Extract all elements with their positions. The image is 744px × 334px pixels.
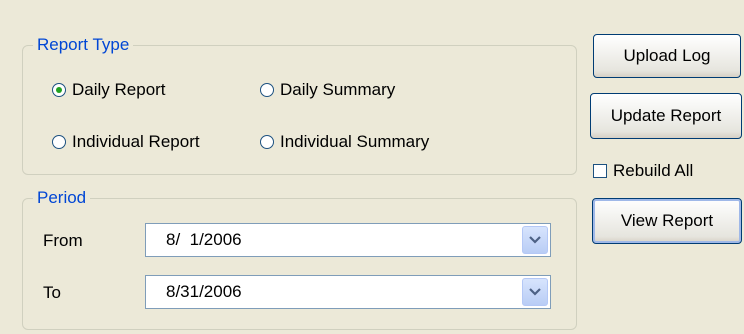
radio-unselected-icon	[260, 83, 274, 97]
checkbox-box	[593, 164, 607, 178]
daily-summary-radio[interactable]: Daily Summary	[260, 78, 395, 102]
radio-unselected-icon	[260, 135, 274, 149]
from-date-picker[interactable]: 8/ 1/2006	[145, 223, 551, 257]
upload-log-button[interactable]: Upload Log	[593, 34, 741, 78]
daily-summary-label: Daily Summary	[280, 80, 396, 99]
view-report-button[interactable]: View Report	[592, 198, 742, 244]
daily-report-label: Daily Report	[72, 80, 166, 99]
update-report-button[interactable]: Update Report	[590, 93, 742, 139]
rebuild-all-checkbox[interactable]: Rebuild All	[593, 159, 693, 183]
radio-unselected-icon	[52, 135, 66, 149]
period-group: Period From 8/ 1/2006 To 8/31/2006	[22, 186, 577, 330]
from-label: From	[43, 231, 83, 250]
from-date-value: 8/ 1/2006	[166, 230, 242, 249]
chevron-down-icon[interactable]	[522, 278, 548, 306]
individual-report-label: Individual Report	[72, 132, 200, 151]
report-type-group: Report Type Daily Report Daily Summary I…	[22, 33, 577, 175]
to-label: To	[43, 283, 61, 302]
rebuild-all-label: Rebuild All	[613, 161, 694, 180]
daily-report-radio[interactable]: Daily Report	[52, 78, 166, 102]
individual-summary-label: Individual Summary	[280, 132, 430, 151]
to-date-value: 8/31/2006	[166, 282, 242, 301]
individual-summary-radio[interactable]: Individual Summary	[260, 130, 429, 154]
period-legend: Period	[33, 186, 91, 210]
chevron-down-icon[interactable]	[522, 226, 548, 254]
report-type-legend: Report Type	[33, 33, 134, 57]
radio-selected-icon	[52, 83, 66, 97]
individual-report-radio[interactable]: Individual Report	[52, 130, 200, 154]
to-date-picker[interactable]: 8/31/2006	[145, 275, 551, 309]
